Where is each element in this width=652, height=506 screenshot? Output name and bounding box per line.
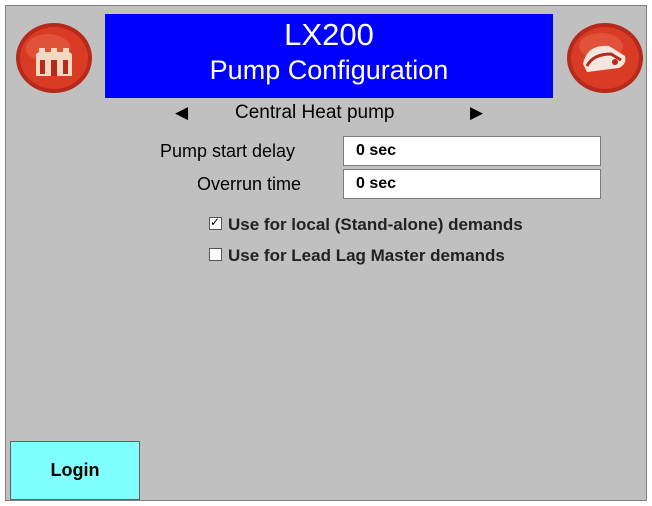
previous-pump-arrow-icon[interactable]: ◀ (175, 100, 188, 126)
lead-lag-master-label: Use for Lead Lag Master demands (228, 246, 505, 265)
local-demands-checkbox[interactable]: ✓ (209, 215, 222, 230)
local-demands-label: Use for local (Stand-alone) demands (228, 215, 523, 234)
pump-selector: ◀ Central Heat pump ▶ (160, 100, 500, 126)
title-bar: LX200 Pump Configuration (105, 14, 553, 98)
page-subtitle: Pump Configuration (209, 55, 449, 85)
pump-name: Central Heat pump (235, 102, 395, 123)
page-title: LX200 (284, 17, 374, 52)
home-button[interactable] (6, 14, 102, 98)
next-pump-arrow-icon[interactable]: ▶ (470, 100, 483, 126)
back-button[interactable] (557, 14, 652, 98)
pump-start-delay-label: Pump start delay (160, 141, 296, 161)
lead-lag-master-checkbox[interactable] (209, 248, 222, 261)
local-demands-option[interactable]: ✓ Use for local (Stand-alone) demands (209, 214, 523, 236)
pump-start-delay-input[interactable]: 0 sec (343, 136, 601, 166)
overrun-time-input[interactable]: 0 sec (343, 169, 601, 199)
return-arrow-icon (567, 23, 643, 93)
overrun-time-label: Overrun time (197, 174, 302, 194)
lead-lag-master-option[interactable]: Use for Lead Lag Master demands (209, 245, 505, 267)
login-button[interactable]: Login (10, 441, 140, 500)
building-home-icon (16, 23, 92, 93)
checkmark-icon: ✓ (210, 215, 221, 229)
